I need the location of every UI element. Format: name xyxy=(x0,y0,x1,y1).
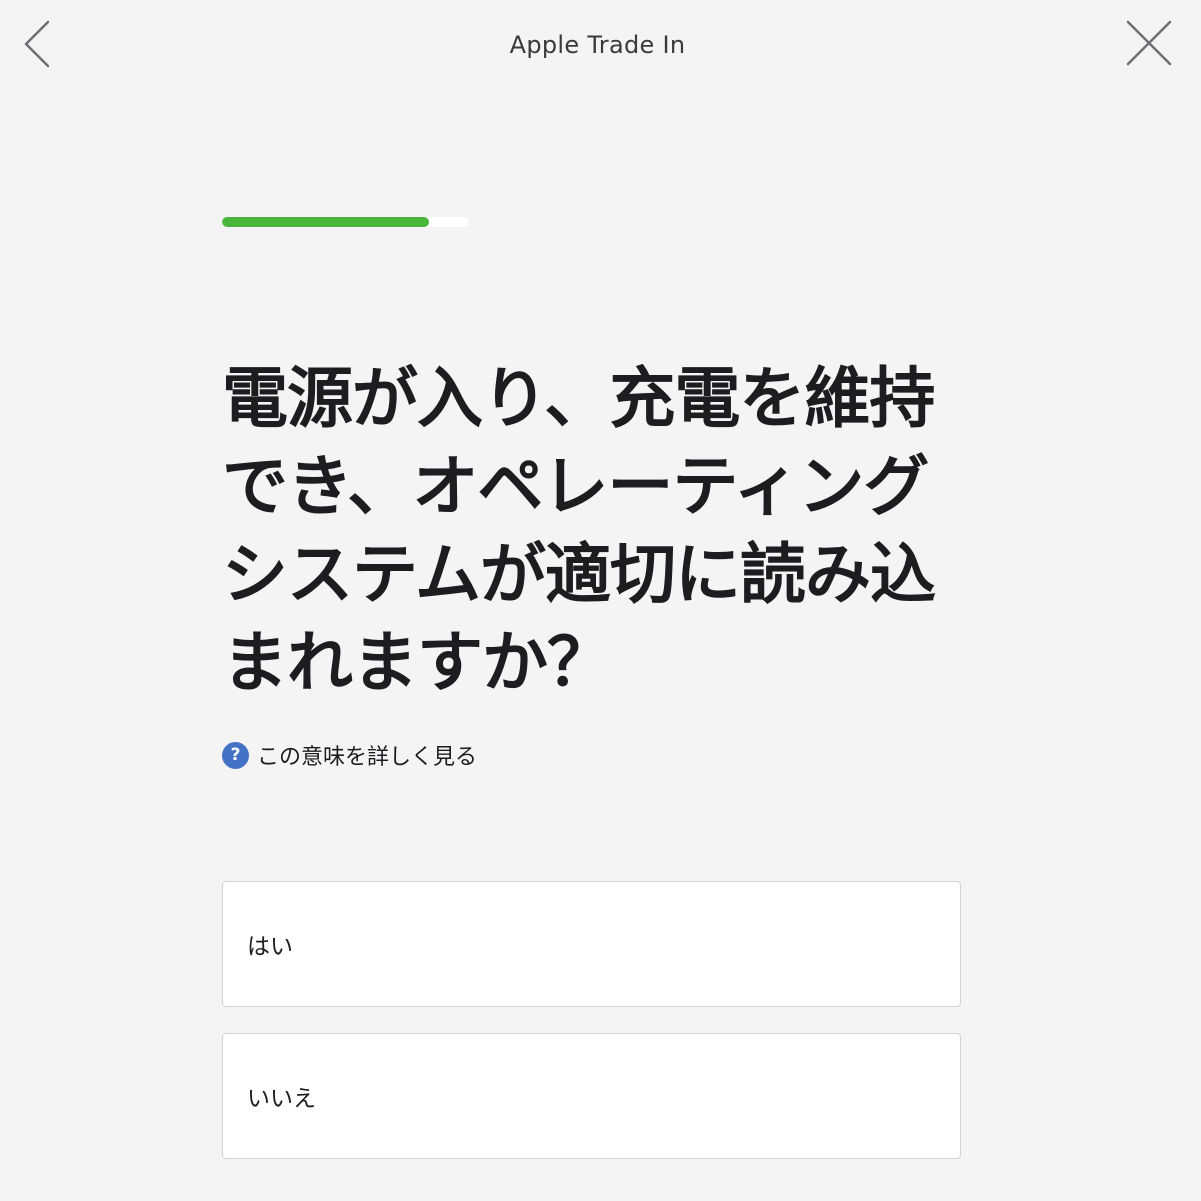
question-mark-icon: ? xyxy=(222,741,249,769)
option-yes-button[interactable]: はい xyxy=(222,881,961,1007)
learn-more-label: この意味を詳しく見る xyxy=(257,745,478,770)
header: Apple Trade In xyxy=(0,0,1201,90)
option-no-button[interactable]: いいえ xyxy=(222,1033,961,1159)
progress-bar xyxy=(222,217,469,227)
close-button[interactable] xyxy=(1120,16,1180,74)
question-heading: 電源が入り、充電を維持でき、オペレーティングシステムが適切に読み込まれますか？ xyxy=(222,360,936,701)
option-no-label: いいえ xyxy=(247,1086,316,1112)
close-icon xyxy=(1126,20,1172,66)
page-title: Apple Trade In xyxy=(509,31,686,59)
progress-bar-fill xyxy=(222,217,430,227)
learn-more-link[interactable]: ? この意味を詳しく見る xyxy=(222,740,477,770)
option-yes-label: はい xyxy=(247,934,293,960)
